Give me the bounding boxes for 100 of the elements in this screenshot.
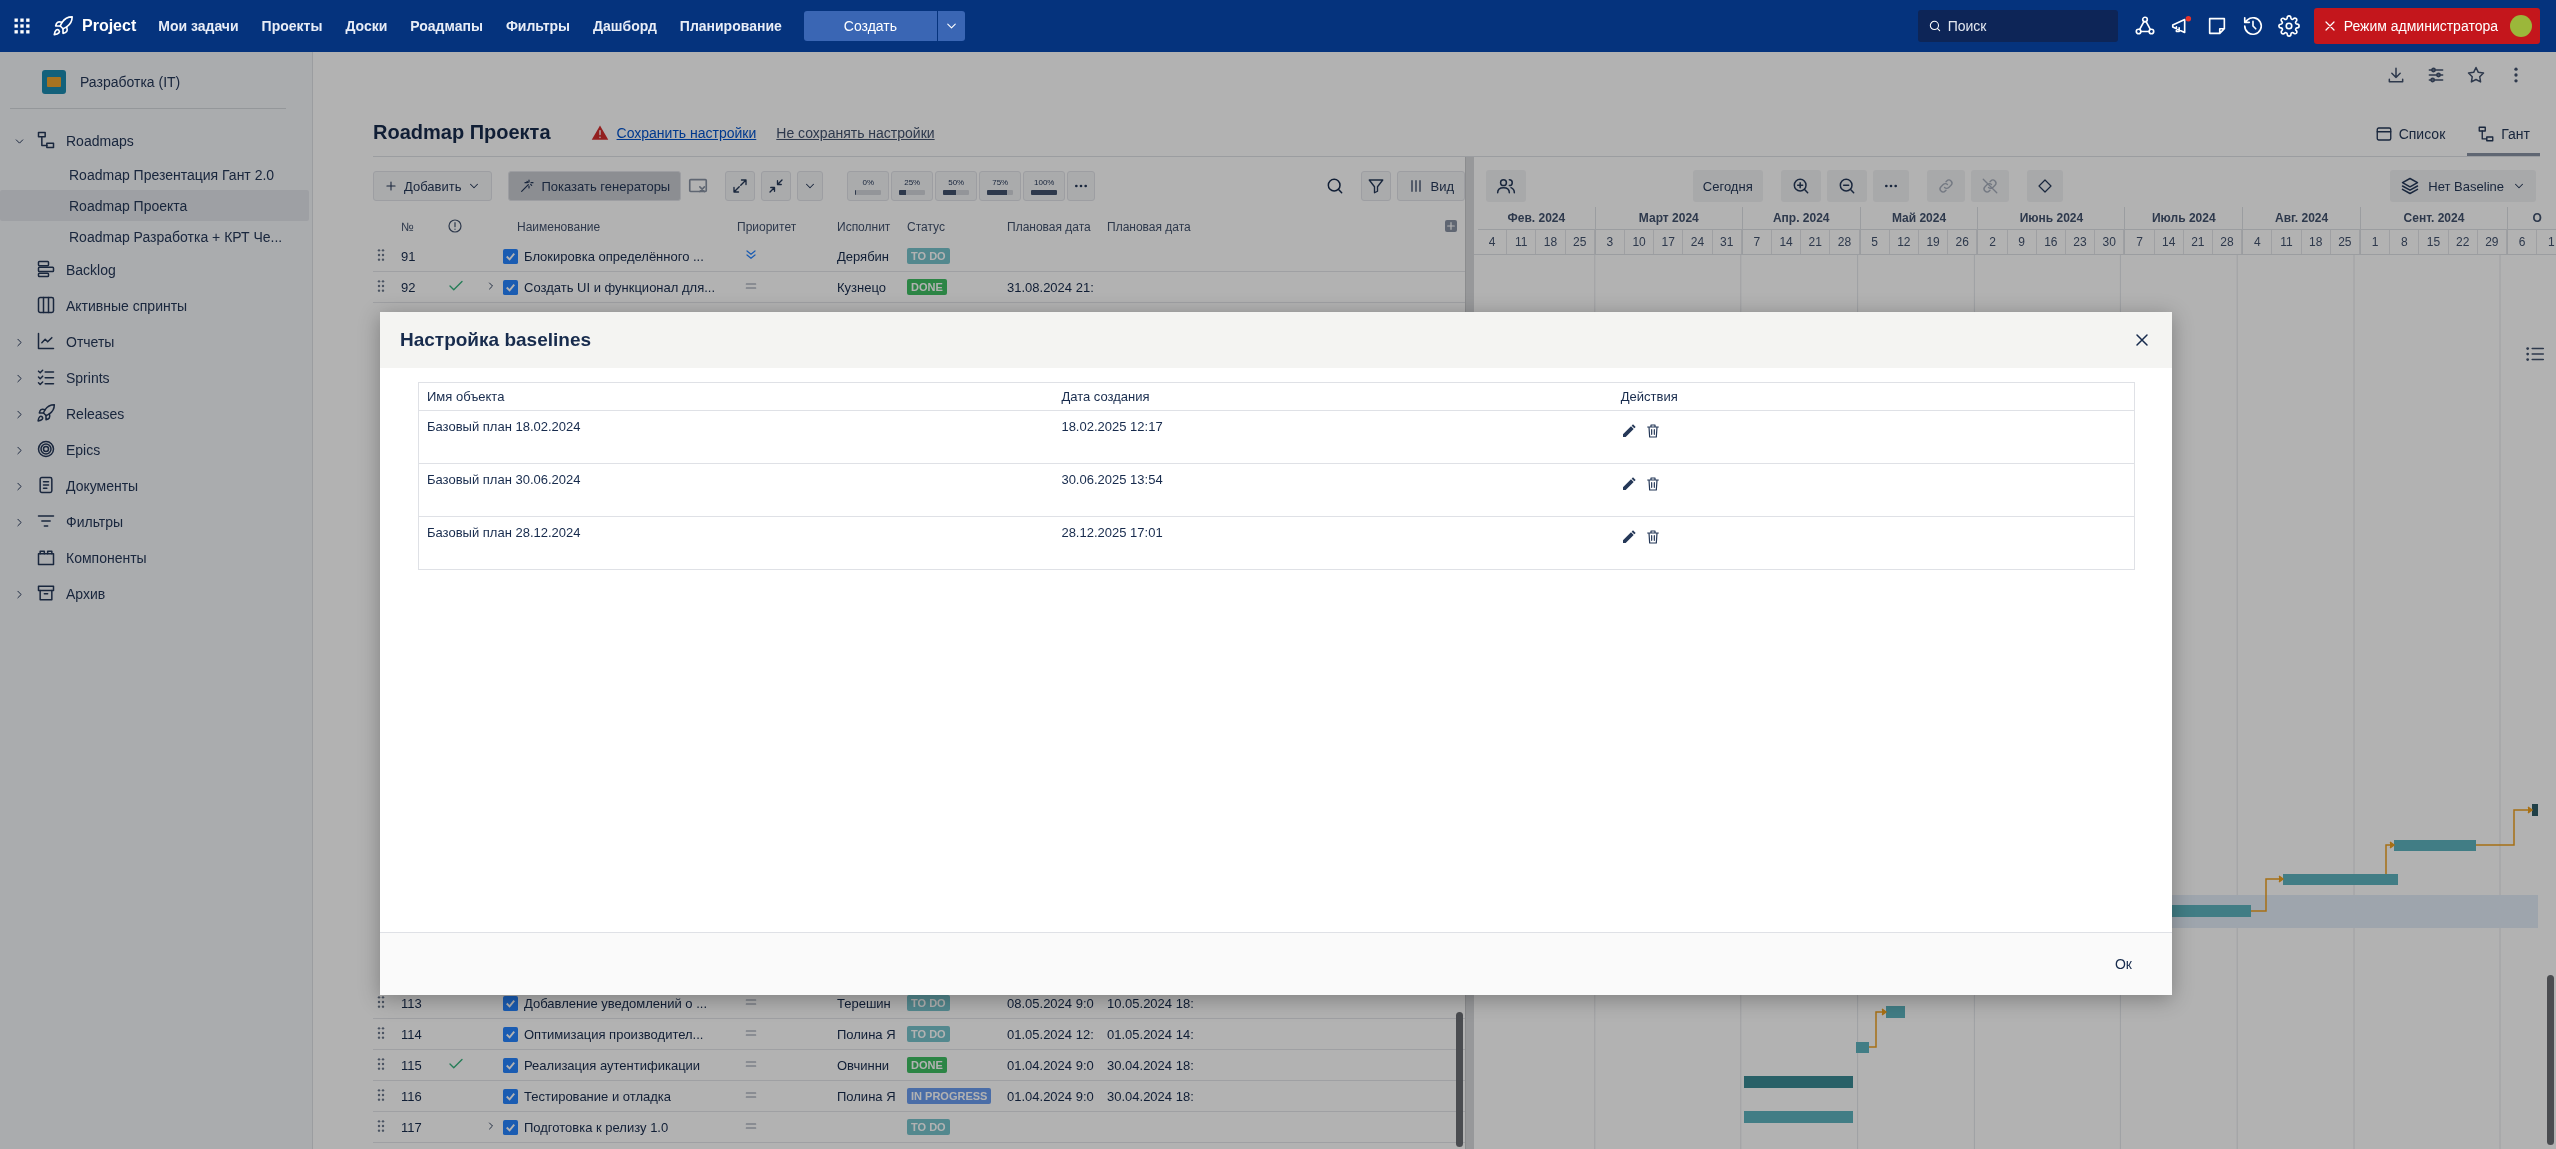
edit-icon[interactable] [1620, 423, 1637, 439]
week-label: 29 [2477, 230, 2507, 254]
week-label: 18 [2301, 230, 2331, 254]
sidebar-item[interactable]: Документы [0, 468, 309, 504]
sidebar-item[interactable]: Архив [0, 576, 309, 612]
nav-link[interactable]: Планирование [679, 18, 782, 34]
sidebar-item[interactable]: Roadmap Презентация Гант 2.0 [0, 159, 309, 190]
view-tab[interactable]: Гант [2467, 125, 2540, 156]
download-icon[interactable] [2386, 65, 2406, 85]
scrollbar[interactable] [1456, 1012, 1463, 1147]
table-cell: Оптимизация производител... [524, 1026, 704, 1042]
admin-mode-button[interactable]: Режим администратора [2313, 8, 2540, 44]
table-cell-text: Кузнецо [837, 279, 887, 295]
create-dropdown-button[interactable] [937, 11, 965, 41]
baseline-dropdown[interactable]: Нет Baseline [2390, 170, 2536, 202]
collapse-all-button[interactable] [761, 171, 792, 201]
sidebar-item[interactable]: Отчеты [0, 324, 309, 360]
progress-filter-button[interactable]: 75% [979, 171, 1022, 201]
delete-icon[interactable] [1644, 529, 1661, 545]
week-label: 22 [2448, 230, 2478, 254]
scrollbar[interactable] [2547, 975, 2554, 1145]
sidebar-item[interactable]: Roadmap Разработка + КРТ Че... [0, 221, 309, 252]
sidebar-item[interactable]: Sprints [0, 360, 309, 396]
checkbox[interactable] [503, 1088, 518, 1104]
checkbox[interactable] [503, 1026, 518, 1042]
nav-link[interactable]: Проекты [261, 18, 323, 34]
progress-filter-button[interactable]: 25% [891, 171, 934, 201]
history-icon[interactable] [2241, 15, 2264, 37]
unlink-button[interactable] [1970, 170, 2009, 202]
week-label: 7 [2125, 230, 2155, 254]
expand-icon [731, 177, 750, 195]
milestone-button[interactable] [2026, 170, 2063, 202]
milestone-marker[interactable] [2532, 804, 2538, 816]
edit-icon[interactable] [1620, 529, 1637, 545]
progress-filter-button[interactable]: 50% [935, 171, 978, 201]
table-cell-text: 92 [401, 279, 417, 295]
show-generators-button[interactable]: Показать генераторы [508, 171, 682, 201]
filter-button[interactable] [1361, 171, 1392, 201]
sidebar-item[interactable]: Компоненты [0, 540, 309, 576]
today-button[interactable]: Сегодня [1692, 170, 1763, 202]
nav-link[interactable]: Дашборд [593, 18, 657, 34]
table-cell-text: 116 [401, 1088, 423, 1104]
checkbox[interactable] [503, 1119, 518, 1135]
sliders-icon[interactable] [2426, 65, 2446, 85]
sidebar-item[interactable]: Активные спринты [0, 288, 309, 324]
table-cell-text: 115 [401, 1057, 423, 1073]
network-icon[interactable] [2133, 15, 2156, 37]
page-title: Roadmap Проекта [373, 121, 551, 144]
ok-button[interactable]: Ок [2103, 948, 2144, 980]
status-badge: TO DO [907, 995, 950, 1011]
search-field[interactable]: Поиск [1917, 10, 2118, 42]
delete-icon[interactable] [1644, 423, 1661, 439]
warning-icon [590, 124, 609, 142]
expand-all-button[interactable] [725, 171, 756, 201]
table-cell: 28.12.2025 17:01 [1053, 516, 1613, 570]
week-label: 5 [1860, 230, 1890, 254]
add-column-icon[interactable] [1443, 217, 1459, 234]
nav-link[interactable]: Роадмапы [410, 18, 483, 34]
week-label: 11 [1507, 230, 1537, 254]
week-label: 12 [1889, 230, 1919, 254]
week-label: 21 [1801, 230, 1831, 254]
resources-button[interactable] [1486, 170, 1526, 202]
sidebar-item[interactable]: Roadmaps [0, 123, 309, 159]
view-tab[interactable]: Список [2364, 125, 2456, 156]
link-button[interactable] [1926, 170, 1965, 202]
checkbox[interactable] [503, 248, 518, 264]
dependency-arrow [2250, 875, 2285, 912]
sidebar-item[interactable]: Roadmap Проекта [0, 190, 309, 221]
week-label: 28 [1830, 230, 1860, 254]
zoom-in-button[interactable] [1780, 170, 1821, 202]
sidebar-item[interactable]: Backlog [0, 252, 309, 288]
nav-link[interactable]: Фильтры [505, 18, 571, 34]
dependency-arrow [1868, 1008, 1888, 1048]
progress-filter-button[interactable]: 0% [847, 171, 890, 201]
nav-link[interactable]: Доски [345, 18, 388, 34]
view-button[interactable]: Вид [1397, 171, 1465, 201]
sidebar-item[interactable]: Фильтры [0, 504, 309, 540]
week-label: 4 [2243, 230, 2273, 254]
sidebar-item[interactable]: Releases [0, 396, 309, 432]
settings-icon[interactable] [2277, 15, 2300, 37]
table-row[interactable]: 92 Создать UI и функционал для... Кузнецо DONE 31.08.2024 21: [373, 272, 1465, 303]
checkbox[interactable] [503, 995, 518, 1011]
unlink-icon [1980, 177, 1999, 195]
save-settings-link[interactable]: Сохранить настройки [616, 125, 757, 141]
create-button[interactable]: Создать [803, 11, 937, 41]
checkbox[interactable] [503, 1057, 518, 1073]
nav-link[interactable]: Мои задачи [158, 18, 239, 34]
edit-icon[interactable] [1620, 476, 1637, 492]
delete-icon[interactable] [1644, 476, 1661, 492]
sidebar-item[interactable]: Epics [0, 432, 309, 468]
checkbox[interactable] [503, 279, 518, 295]
progress-filter-button[interactable]: 100% [1023, 171, 1066, 201]
table-row[interactable]: 91 Блокировка определённого ... Дерябин TO DO [373, 241, 1465, 272]
table-cell-text: Дерябин [837, 248, 891, 264]
app-name[interactable]: Project [82, 17, 137, 35]
add-button[interactable]: Добавить [373, 171, 493, 201]
discard-settings-link[interactable]: Не сохранять настройки [776, 125, 935, 141]
apps-menu-icon[interactable] [12, 16, 32, 36]
star-icon[interactable] [2466, 65, 2486, 85]
zoom-out-button[interactable] [1826, 170, 1867, 202]
